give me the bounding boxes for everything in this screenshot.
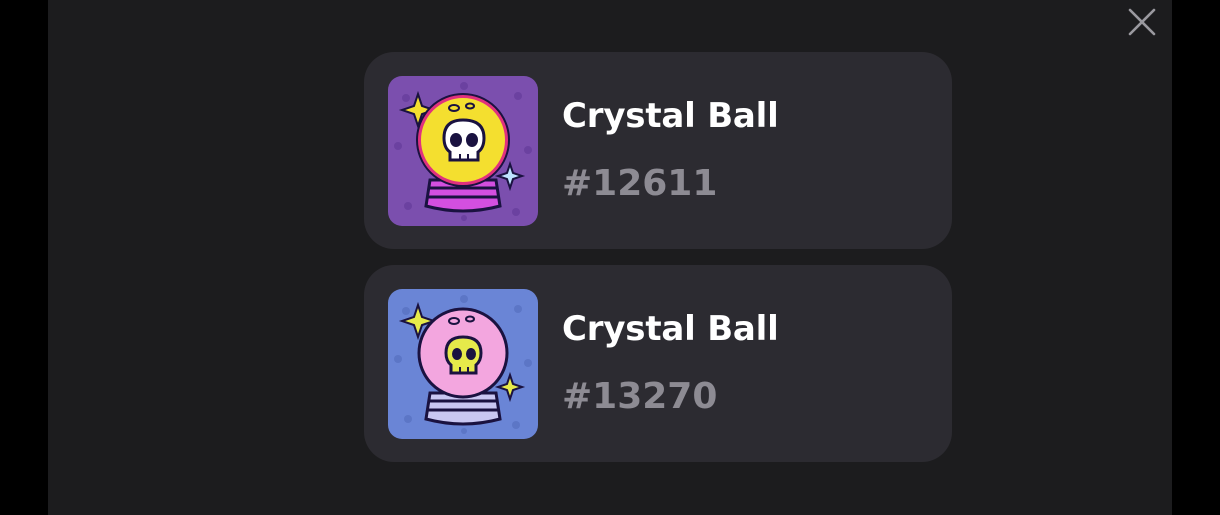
nft-token-id: #13270 — [562, 376, 718, 417]
close-icon — [1128, 8, 1156, 36]
crystal-ball-skull-icon — [388, 76, 538, 226]
nft-card[interactable]: Crystal Ball #13270 — [364, 265, 952, 462]
nft-title: Crystal Ball — [562, 309, 779, 349]
nft-title: Crystal Ball — [562, 96, 779, 136]
nft-thumbnail — [388, 289, 538, 439]
nft-thumbnail — [388, 76, 538, 226]
crystal-ball-skull-icon — [388, 289, 538, 439]
nft-card[interactable]: Crystal Ball #12611 — [364, 52, 952, 249]
close-button[interactable] — [1126, 6, 1158, 38]
nft-token-id: #12611 — [562, 163, 718, 204]
modal-panel: Crystal Ball #12611 Crystal Ball #13270 — [48, 0, 1172, 515]
